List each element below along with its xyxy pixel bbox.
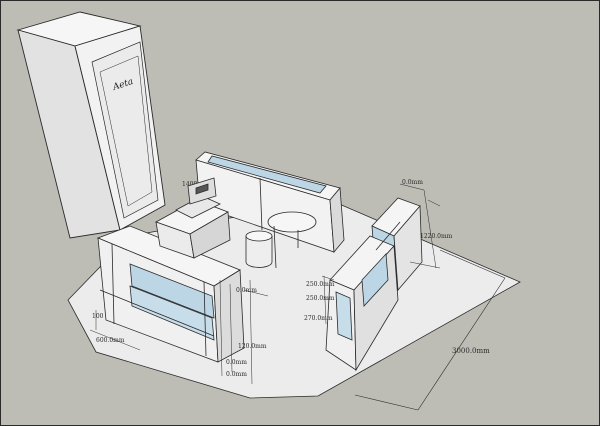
dim-right-h3: 270.0mm xyxy=(304,315,333,322)
dim-front-b: 0.0mm xyxy=(226,371,247,378)
tall-tower xyxy=(16,11,166,239)
dim-front-height: 120.0mm xyxy=(238,343,267,350)
overall-dimension-label: 3000.0mm xyxy=(452,347,490,355)
kiosk-3d-model: 3000.0mm Aeta 100 600.0mm 0.0mm 120.0mm … xyxy=(16,11,521,411)
dim-front-a: 0.0mm xyxy=(226,359,247,366)
dim-left-width: 600.0mm xyxy=(96,337,125,344)
model-viewport[interactable]: 3000.0mm Aeta 100 600.0mm 0.0mm 120.0mm … xyxy=(0,0,600,426)
dim-left-depth: 0.0mm xyxy=(236,287,257,294)
dim-right-h2: 250.0mm xyxy=(306,295,335,302)
dim-left-height: 100 xyxy=(92,313,104,320)
dim-right-h1: 250.0mm xyxy=(306,281,335,288)
dim-right-depth: 1220.0mm xyxy=(420,233,453,240)
dim-right-top: 0.0mm xyxy=(402,179,423,186)
